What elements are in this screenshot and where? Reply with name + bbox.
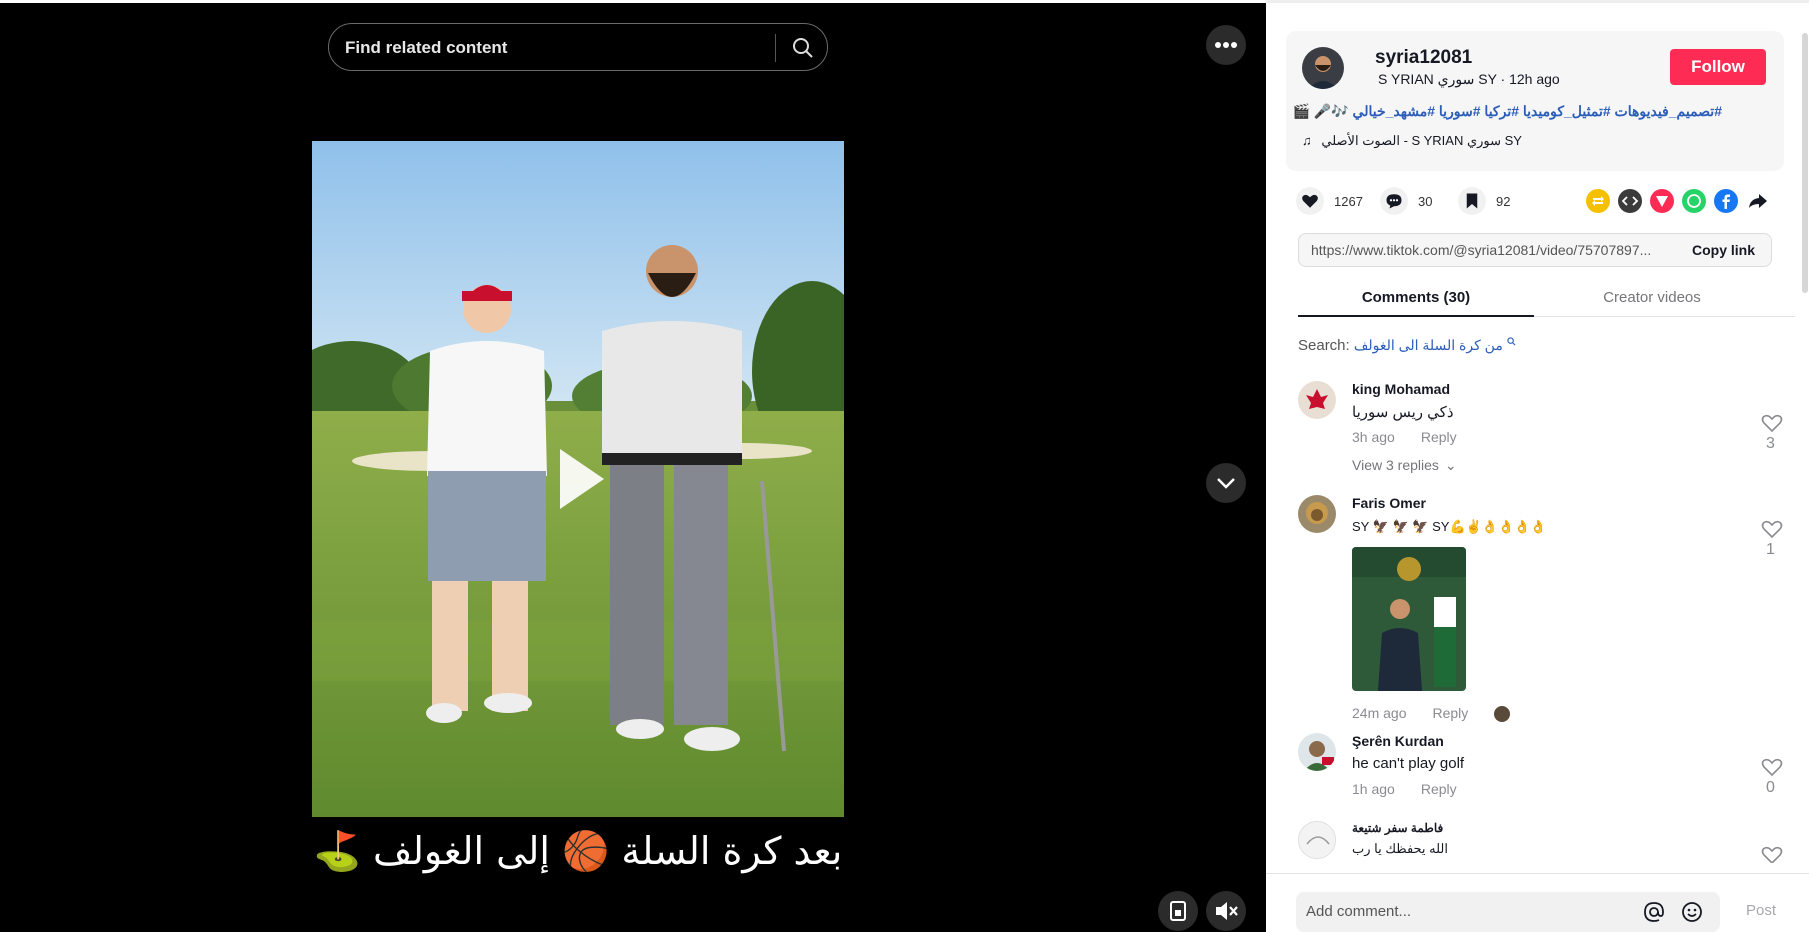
chevron-down-icon: ⌄ — [1444, 457, 1457, 473]
like-count: 1267 — [1334, 193, 1363, 209]
music-line[interactable]: ♫ الصوت الأصلي - S YRIAN سوري SY — [1302, 133, 1522, 149]
mute-button[interactable] — [1206, 891, 1246, 931]
author-subline: S YRIAN سوري SY · 12h ago — [1378, 71, 1560, 87]
video-url[interactable]: https://www.tiktok.com/@syria12081/video… — [1311, 242, 1655, 258]
comment-time: 24m ago — [1352, 705, 1407, 721]
music-note-icon: ♫ — [1302, 133, 1312, 148]
search-icon[interactable] — [791, 36, 815, 60]
post-button[interactable]: Post — [1746, 902, 1776, 919]
comment-search-label: Search: — [1298, 337, 1350, 354]
send-icon[interactable] — [1650, 189, 1674, 213]
heart-outline-icon[interactable] — [1760, 411, 1784, 435]
embed-icon[interactable] — [1618, 189, 1642, 213]
comment-like-count: 0 — [1766, 779, 1775, 796]
play-icon[interactable] — [556, 447, 606, 511]
like-action[interactable]: 1267 — [1296, 187, 1363, 215]
video-info-card: syria12081 S YRIAN سوري SY · 12h ago Fol… — [1286, 31, 1784, 171]
video-caption: بعد كرة السلة 🏀 إلى الغولف ⛳ — [313, 829, 843, 873]
save-action[interactable]: 92 — [1458, 187, 1510, 215]
comment-item: king Mohamad ذكي ريس سوريا 3h ago Reply V… — [1298, 381, 1783, 489]
repost-icon[interactable] — [1586, 189, 1610, 213]
search-icon[interactable] — [1507, 337, 1516, 346]
heart-outline-icon[interactable] — [1760, 755, 1784, 779]
creator-liked-avatar — [1494, 706, 1511, 723]
details-panel: syria12081 S YRIAN سوري SY · 12h ago Fol… — [1266, 0, 1809, 932]
view-replies-label[interactable]: View 3 replies — [1352, 457, 1439, 473]
mention-icon[interactable] — [1642, 900, 1666, 924]
music-title[interactable]: الصوت الأصلي - S YRIAN سوري SY — [1321, 133, 1522, 148]
commenter-name[interactable]: king Mohamad — [1352, 381, 1450, 397]
video-hashtags[interactable]: #تصميم_فيديوهات #تمثيل_كوميديا #تركيا #س… — [1292, 103, 1722, 120]
facebook-icon[interactable] — [1714, 189, 1738, 213]
add-comment-input[interactable]: Add comment... — [1306, 903, 1411, 920]
commenter-name[interactable]: Faris Omer — [1352, 495, 1426, 511]
comment-search-query[interactable]: من كرة السلة الى الغولف — [1354, 337, 1503, 353]
action-bar: 1267 30 92 — [1296, 187, 1786, 215]
heart-outline-icon[interactable] — [1760, 517, 1784, 541]
follow-button[interactable]: Follow — [1670, 49, 1766, 85]
comment-item: فاطمة سفر شتيعة الله يحفظك يا رب — [1298, 821, 1783, 863]
emoji-icon[interactable] — [1680, 900, 1704, 924]
share-arrow-icon[interactable] — [1746, 189, 1770, 213]
commenter-name[interactable]: فاطمة سفر شتيعة — [1352, 821, 1443, 835]
comment-text: SY 🦅 🦅 🦅 SY💪✌️👌👌👌👌 — [1352, 519, 1547, 534]
reply-button[interactable]: Reply — [1421, 781, 1457, 797]
panel-scrollbar[interactable] — [1802, 33, 1808, 293]
save-count: 92 — [1496, 193, 1511, 209]
comment-time: 1h ago — [1352, 781, 1395, 797]
captions-button[interactable] — [1158, 891, 1198, 931]
divider — [775, 34, 776, 62]
more-options-button[interactable] — [1206, 25, 1246, 65]
related-content-search[interactable]: Find related content — [328, 23, 828, 71]
author-username[interactable]: syria12081 — [1375, 47, 1472, 69]
comment-like-count: 1 — [1766, 541, 1775, 558]
comment-meta: 3h ago Reply — [1352, 429, 1483, 445]
captions-icon — [1170, 901, 1186, 921]
comment-icon[interactable] — [1380, 187, 1408, 215]
active-tab-underline — [1298, 315, 1534, 317]
comment-action[interactable]: 30 — [1380, 187, 1432, 215]
heart-outline-icon[interactable] — [1760, 843, 1784, 863]
video-link-box: https://www.tiktok.com/@syria12081/video… — [1298, 233, 1772, 267]
reply-button[interactable]: Reply — [1432, 705, 1468, 721]
commenter-avatar[interactable] — [1298, 821, 1336, 859]
author-avatar[interactable] — [1302, 47, 1344, 89]
search-input[interactable]: Find related content — [345, 38, 507, 58]
comment-item: Faris Omer SY 🦅 🦅 🦅 SY💪✌️👌👌👌👌 24m ago Rep… — [1298, 495, 1783, 725]
commenter-avatar[interactable] — [1298, 495, 1336, 533]
copy-link-button[interactable]: Copy link — [1692, 242, 1755, 258]
volume-muted-icon — [1216, 902, 1238, 920]
commenter-name[interactable]: Şerên Kurdan — [1352, 733, 1444, 749]
view-replies[interactable]: View 3 replies ⌄ — [1352, 457, 1483, 474]
comment-count: 30 — [1418, 193, 1433, 209]
comment-time: 3h ago — [1352, 429, 1395, 445]
more-icon — [1215, 42, 1237, 48]
tab-comments[interactable]: Comments (30) — [1298, 289, 1534, 306]
chevron-down-icon — [1217, 478, 1235, 489]
comment-like-count: 3 — [1766, 435, 1775, 452]
video-area: Find related content بعد كرة السلة 🏀 إلى… — [0, 0, 1266, 932]
comment-text: الله يحفظك يا رب — [1352, 841, 1448, 856]
next-video-button[interactable] — [1206, 463, 1246, 503]
comment-list: king Mohamad ذكي ريس سوريا 3h ago Reply V… — [1266, 373, 1809, 863]
comment-item: Şerên Kurdan he can't play golf 1h ago Re… — [1298, 733, 1783, 809]
comment-search: Search: من كرة السلة الى الغولف — [1298, 337, 1516, 354]
comment-composer: Add comment... Post — [1266, 873, 1809, 932]
add-comment-field[interactable]: Add comment... — [1296, 892, 1720, 932]
comment-text: ذكي ريس سوريا — [1352, 404, 1454, 421]
commenter-avatar[interactable] — [1298, 381, 1336, 419]
panel-tabs: Comments (30) Creator videos — [1298, 281, 1795, 317]
comment-meta: 1h ago Reply — [1352, 781, 1483, 797]
tab-creator-videos[interactable]: Creator videos — [1534, 289, 1770, 306]
comment-meta: 24m ago Reply — [1352, 705, 1536, 723]
whatsapp-icon[interactable] — [1682, 189, 1706, 213]
comment-image[interactable] — [1352, 547, 1466, 691]
heart-icon[interactable] — [1296, 187, 1324, 215]
reply-button[interactable]: Reply — [1421, 429, 1457, 445]
comment-text: he can't play golf — [1352, 755, 1465, 772]
bookmark-icon[interactable] — [1458, 187, 1486, 215]
commenter-avatar[interactable] — [1298, 733, 1336, 771]
